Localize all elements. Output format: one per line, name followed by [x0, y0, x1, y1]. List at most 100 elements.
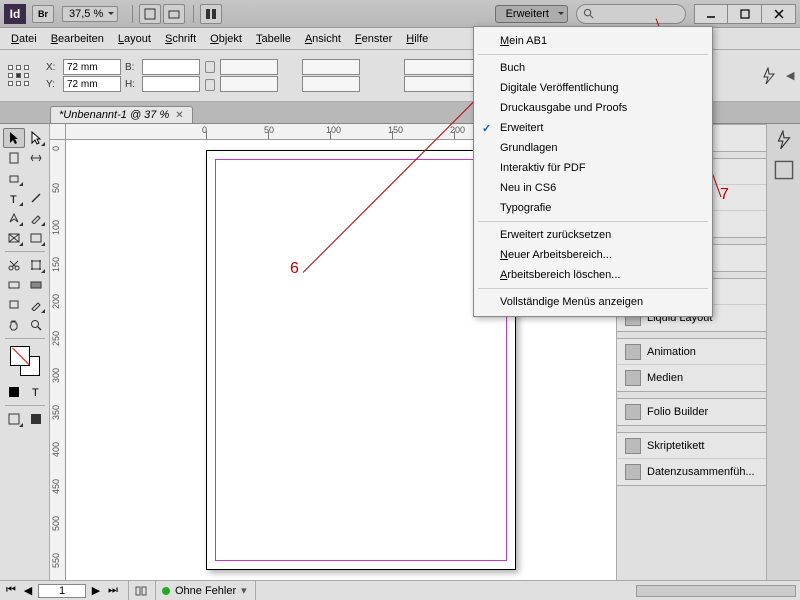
workspace-menu-item[interactable]: Interaktiv für PDF	[474, 158, 712, 178]
panel-label: Datenzusammenfüh...	[647, 466, 755, 478]
menu-bearbeiten[interactable]: Bearbeiten	[44, 30, 111, 48]
type-tool[interactable]: T	[3, 188, 25, 208]
panel-item[interactable]: Animation	[617, 339, 766, 365]
selection-tool[interactable]	[3, 128, 25, 148]
panel-icon[interactable]	[774, 160, 794, 180]
next-page-button[interactable]: ▶	[89, 584, 103, 598]
status-bar: ⏮ ◀ 1 ▶ ⏭ Ohne Fehler ▾	[0, 580, 800, 600]
menu-objekt[interactable]: Objekt	[203, 30, 249, 48]
menu-ansicht[interactable]: Ansicht	[298, 30, 348, 48]
content-collector-tool[interactable]	[3, 168, 25, 188]
scissors-tool[interactable]	[3, 255, 25, 275]
panel-icon	[625, 438, 641, 454]
line-tool[interactable]	[25, 188, 47, 208]
menu-tabelle[interactable]: Tabelle	[249, 30, 298, 48]
view-mode-normal[interactable]	[3, 409, 25, 429]
spread-icon[interactable]	[135, 585, 147, 597]
scale-x-input[interactable]	[220, 59, 278, 75]
search-input[interactable]	[576, 4, 686, 24]
close-tab-icon[interactable]: ✕	[175, 110, 183, 121]
pencil-tool[interactable]	[25, 208, 47, 228]
pen-tool[interactable]	[3, 208, 25, 228]
rotate-input[interactable]	[302, 59, 360, 75]
x-label: X:	[46, 62, 60, 73]
page-tool[interactable]	[3, 148, 25, 168]
workspace-menu-item[interactable]: Buch	[474, 58, 712, 78]
ruler-origin[interactable]	[50, 124, 66, 140]
first-page-button[interactable]: ⏮	[4, 584, 18, 598]
toolbox: T	[0, 124, 50, 580]
view-options-button[interactable]	[139, 4, 161, 24]
menu-hilfe[interactable]: Hilfe	[399, 30, 435, 48]
panel-expand-icon[interactable]: ◀	[780, 69, 794, 82]
workspace-menu-item[interactable]: Digitale Veröffentlichung	[474, 78, 712, 98]
workspace-menu-item[interactable]: Erweitert	[474, 118, 712, 138]
rectangle-frame-tool[interactable]	[3, 228, 25, 248]
workspace-menu-item[interactable]: Erweitert zurücksetzen	[474, 225, 712, 245]
vertical-ruler[interactable]: 050100150200250300350400450500550	[50, 140, 66, 580]
gap-tool[interactable]	[25, 148, 47, 168]
workspace-menu-item[interactable]: Vollständige Menüs anzeigen	[474, 292, 712, 312]
zoom-tool[interactable]	[25, 315, 47, 335]
panel-item[interactable]: Folio Builder	[617, 399, 766, 425]
document-tab-label: *Unbenannt-1 @ 37 %	[59, 109, 169, 121]
workspace-menu-item[interactable]: Neuer Arbeitsbereich...	[474, 245, 712, 265]
hand-tool[interactable]	[3, 315, 25, 335]
menu-layout[interactable]: Layout	[111, 30, 158, 48]
panel-item[interactable]: Skriptetikett	[617, 433, 766, 459]
workspace-menu-item[interactable]: Mein AB1	[474, 31, 712, 51]
menu-datei[interactable]: Datei	[4, 30, 44, 48]
reference-point-grid[interactable]	[6, 63, 32, 89]
bridge-button[interactable]: Br	[32, 5, 54, 23]
note-tool[interactable]	[3, 295, 25, 315]
close-button[interactable]	[762, 4, 796, 24]
apply-color-button[interactable]	[3, 382, 25, 402]
w-label: B:	[125, 62, 139, 73]
page-number-input[interactable]: 1	[38, 584, 86, 598]
shear-input[interactable]	[302, 76, 360, 92]
menu-schrift[interactable]: Schrift	[158, 30, 203, 48]
minimize-button[interactable]	[694, 4, 728, 24]
gradient-swatch-tool[interactable]	[3, 275, 25, 295]
prev-page-button[interactable]: ◀	[21, 584, 35, 598]
maximize-button[interactable]	[728, 4, 762, 24]
annotation-label-6: 6	[290, 260, 299, 278]
h-input[interactable]	[142, 76, 200, 92]
workspace-menu-item[interactable]: Druckausgabe und Proofs	[474, 98, 712, 118]
zoom-dropdown[interactable]: 37,5 %	[62, 6, 118, 22]
workspace-switcher[interactable]: Erweitert	[495, 5, 568, 23]
direct-selection-tool[interactable]	[25, 128, 47, 148]
horizontal-scrollbar[interactable]	[636, 585, 796, 597]
eyedropper-tool[interactable]	[25, 295, 47, 315]
workspace-menu-item[interactable]: Grundlagen	[474, 138, 712, 158]
fill-stroke-swatch[interactable]	[10, 346, 40, 376]
free-transform-tool[interactable]	[25, 255, 47, 275]
panel-item[interactable]: Datenzusammenfüh...	[617, 459, 766, 485]
constrain-proportions-icon[interactable]	[204, 61, 216, 91]
svg-text:T: T	[32, 387, 39, 398]
panel-icon	[625, 464, 641, 480]
view-mode-preview[interactable]	[25, 409, 47, 429]
workspace-menu-item[interactable]: Typografie	[474, 198, 712, 218]
preflight-dropdown-icon[interactable]: ▾	[241, 584, 247, 597]
scale-y-input[interactable]	[220, 76, 278, 92]
w-input[interactable]	[142, 59, 200, 75]
last-page-button[interactable]: ⏭	[106, 584, 120, 598]
y-label: Y:	[46, 79, 60, 90]
workspace-menu-item[interactable]: Neu in CS6	[474, 178, 712, 198]
workspace-menu-item[interactable]: Arbeitsbereich löschen...	[474, 265, 712, 285]
lightning-icon[interactable]	[762, 67, 776, 85]
x-input[interactable]: 72 mm	[63, 59, 121, 75]
lightning-icon[interactable]	[774, 130, 794, 150]
rectangle-tool[interactable]	[25, 228, 47, 248]
svg-text:T: T	[10, 194, 17, 204]
y-input[interactable]: 72 mm	[63, 76, 121, 92]
arrange-docs-button[interactable]	[200, 4, 222, 24]
gradient-feather-tool[interactable]	[25, 275, 47, 295]
document-tab[interactable]: *Unbenannt-1 @ 37 % ✕	[50, 106, 193, 123]
formatting-container-button[interactable]: T	[25, 382, 47, 402]
screen-mode-button[interactable]	[163, 4, 185, 24]
panel-item[interactable]: Medien	[617, 365, 766, 391]
menu-fenster[interactable]: Fenster	[348, 30, 399, 48]
right-icon-strip	[766, 124, 800, 580]
